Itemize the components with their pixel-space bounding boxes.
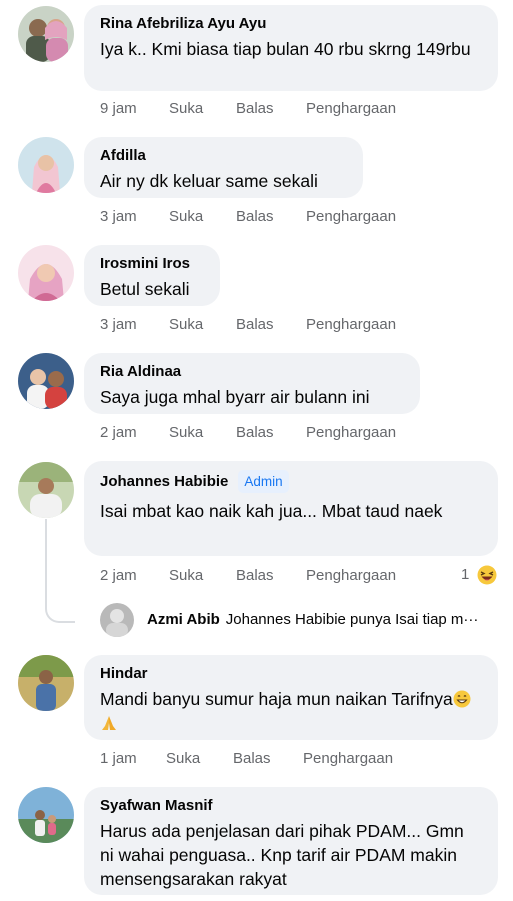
avatar-johannes[interactable] — [18, 462, 74, 518]
comment-bubble: Ria Aldinaa Saya juga mhal byarr air bul… — [84, 353, 420, 414]
reaction-summary[interactable]: 1 — [461, 564, 498, 586]
comment-text: Iya k.. Kmi biasa tiap bulan 40 rbu skrn… — [100, 39, 471, 59]
award-button[interactable]: Penghargaan — [306, 315, 396, 335]
avatar-rina[interactable] — [18, 6, 74, 62]
comment-text: Harus ada penjelasan dari pihak PDAM... … — [100, 821, 464, 889]
award-button[interactable]: Penghargaan — [303, 749, 393, 769]
comment-author[interactable]: Hindar — [100, 664, 148, 683]
comment-author[interactable]: Afdilla — [100, 146, 146, 165]
comment-time[interactable]: 1 jam — [100, 749, 137, 769]
reply-button[interactable]: Balas — [236, 315, 274, 335]
reply-preview[interactable]: Azmi Abib Johannes Habibie punya Isai tia… — [147, 611, 503, 629]
comment-text: Betul sekali — [100, 279, 190, 299]
like-button[interactable]: Suka — [169, 423, 203, 443]
reply-button[interactable]: Balas — [236, 566, 274, 586]
comment-author[interactable]: Rina Afebriliza Ayu Ayu — [100, 14, 266, 33]
comment-bubble: Johannes Habibie Admin Isai mbat kao naik… — [84, 461, 498, 556]
laughing-emoji-icon — [476, 564, 498, 586]
thread-connector — [45, 519, 75, 623]
like-button[interactable]: Suka — [169, 207, 203, 227]
reaction-count: 1 — [461, 565, 470, 583]
avatar-afdilla[interactable] — [18, 137, 74, 193]
comment-time[interactable]: 2 jam — [100, 423, 137, 443]
reply-button[interactable]: Balas — [233, 749, 271, 769]
award-button[interactable]: Penghargaan — [306, 99, 396, 119]
comment-text: Air ny dk keluar same sekali — [100, 171, 318, 191]
avatar-syafwan[interactable] — [18, 787, 74, 843]
comment-time[interactable]: 2 jam — [100, 566, 137, 586]
comment-time[interactable]: 9 jam — [100, 99, 137, 119]
comment-time[interactable]: 3 jam — [100, 207, 137, 227]
award-button[interactable]: Penghargaan — [306, 207, 396, 227]
reply-button[interactable]: Balas — [236, 207, 274, 227]
praying-hands-emoji-icon — [100, 714, 118, 732]
comment-bubble: Syafwan Masnif Harus ada penjelasan dari… — [84, 787, 498, 895]
award-button[interactable]: Penghargaan — [306, 566, 396, 586]
comment-author[interactable]: Johannes Habibie — [100, 472, 228, 491]
comment-text: Isai mbat kao naik kah jua... Mbat taud … — [100, 501, 443, 521]
avatar-ria[interactable] — [18, 353, 74, 409]
comment-text-content: Mandi banyu sumur haja mun naikan Tarifn… — [100, 689, 453, 709]
comment-bubble: Afdilla Air ny dk keluar same sekali — [84, 137, 363, 198]
like-button[interactable]: Suka — [169, 315, 203, 335]
comment-text: Saya juga mhal byarr air bulann ini — [100, 387, 370, 407]
comment-bubble: Hindar Mandi banyu sumur haja mun naikan… — [84, 655, 498, 740]
comment-bubble: Rina Afebriliza Ayu Ayu Iya k.. Kmi bias… — [84, 5, 498, 91]
comment-text: Mandi banyu sumur haja mun naikan Tarifn… — [100, 687, 482, 735]
avatar-hindar[interactable] — [18, 655, 74, 711]
avatar-azmi[interactable] — [100, 603, 134, 637]
reply-author[interactable]: Azmi Abib — [147, 611, 220, 628]
avatar-irosmini[interactable] — [18, 245, 74, 301]
comment-author[interactable]: Irosmini Iros — [100, 254, 190, 273]
comment-bubble: Irosmini Iros Betul sekali — [84, 245, 220, 306]
reply-button[interactable]: Balas — [236, 99, 274, 119]
admin-badge: Admin — [238, 470, 289, 493]
comment-author[interactable]: Ria Aldinaa — [100, 362, 181, 381]
award-button[interactable]: Penghargaan — [306, 423, 396, 443]
reply-button[interactable]: Balas — [236, 423, 274, 443]
like-button[interactable]: Suka — [169, 566, 203, 586]
reply-snippet: Johannes Habibie punya Isai tiap m··· — [225, 611, 479, 628]
comment-time[interactable]: 3 jam — [100, 315, 137, 335]
comment-author[interactable]: Syafwan Masnif — [100, 796, 213, 815]
like-button[interactable]: Suka — [169, 99, 203, 119]
grinning-emoji-icon — [453, 690, 471, 708]
like-button[interactable]: Suka — [166, 749, 200, 769]
